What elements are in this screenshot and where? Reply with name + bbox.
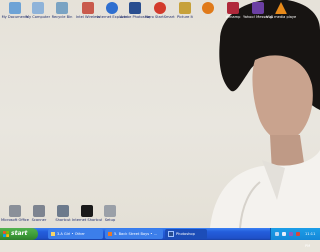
volume-icon[interactable]: [282, 232, 286, 236]
messenger-tray-icon[interactable]: [289, 232, 293, 236]
ball-icon: [202, 2, 214, 14]
task-label: 5. Back Street Boys • ...: [114, 232, 157, 236]
desktop-icon-label: Setup: [104, 218, 116, 222]
photoshop-task-icon: [168, 231, 174, 237]
winamp-icon: [227, 2, 239, 14]
windows-flag-icon: [3, 231, 9, 237]
paint-icon: [179, 2, 191, 14]
taskbar-button-media[interactable]: 5. Back Street Boys • ...: [105, 229, 163, 239]
desktop: My Documents My Computer Recycle Bin Int…: [0, 0, 320, 228]
documents-icon: [9, 2, 21, 14]
scanner-icon: [33, 205, 45, 217]
antivirus-tray-icon[interactable]: [296, 232, 300, 236]
start-button[interactable]: start: [0, 228, 38, 240]
desktop-icon-setup[interactable]: Setup: [95, 205, 125, 222]
media-icon: [108, 232, 112, 236]
task-label: Photoshop: [176, 232, 195, 236]
app-icon: [57, 205, 69, 217]
clock[interactable]: 11:11 PM: [305, 228, 320, 252]
computer-icon: [32, 2, 44, 14]
desktop-icon-label: Picture It: [177, 15, 193, 19]
start-label: start: [11, 230, 28, 237]
face: [252, 55, 313, 141]
photoshop-icon: [129, 2, 141, 14]
network-icon[interactable]: [275, 232, 279, 236]
task-label: 3.A Girl • Other: [57, 232, 85, 236]
recycle-bin-icon: [56, 2, 68, 14]
system-tray: 11:11 PM: [270, 228, 320, 248]
messenger-icon: [252, 2, 264, 14]
wireless-icon: [82, 2, 94, 14]
taskbar-button-folder[interactable]: 3.A Girl • Other: [48, 229, 103, 239]
ie-icon: [106, 2, 118, 14]
taskbar-button-photoshop[interactable]: Photoshop: [165, 229, 207, 239]
folder-icon: [51, 232, 55, 236]
globe-icon: [81, 205, 93, 217]
taskbar: start 3.A Girl • Other 5. Back Street Bo…: [0, 228, 320, 248]
nero-icon: [154, 2, 166, 14]
setup-icon: [104, 205, 116, 217]
wallpaper-portrait: [210, 0, 320, 228]
desktop-icon-label: VLC media player: [266, 15, 296, 19]
printer-icon: [9, 205, 21, 217]
desktop-icon-vlc[interactable]: VLC media player: [266, 2, 296, 19]
vlc-icon: [275, 2, 287, 14]
